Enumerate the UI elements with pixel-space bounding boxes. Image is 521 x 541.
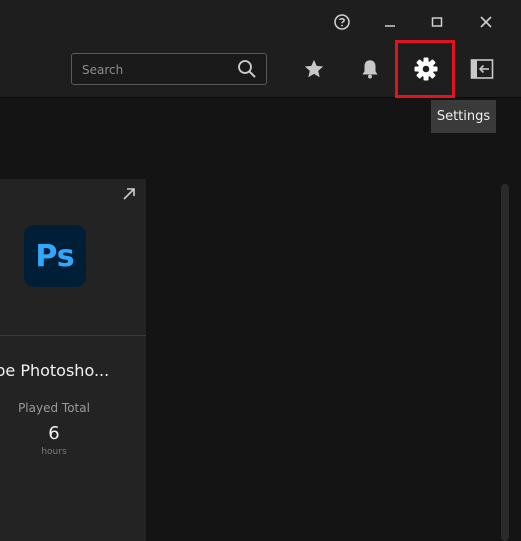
maximize-icon bbox=[431, 17, 443, 27]
card-divider bbox=[0, 335, 146, 336]
app-card-header: Ps bbox=[0, 179, 146, 335]
bell-icon bbox=[362, 60, 378, 79]
played-total-unit: hours bbox=[41, 447, 67, 457]
maximize-button[interactable] bbox=[425, 10, 449, 34]
settings-highlight-box bbox=[395, 40, 455, 98]
scrollbar[interactable] bbox=[501, 184, 509, 541]
expand-arrow-icon[interactable] bbox=[122, 187, 136, 201]
search-input[interactable] bbox=[80, 54, 234, 86]
played-total-label: Played Total bbox=[18, 401, 90, 415]
settings-tooltip: Settings bbox=[431, 100, 496, 133]
panel-collapse-icon bbox=[470, 59, 494, 79]
title-bar bbox=[0, 0, 521, 44]
minimize-icon bbox=[385, 25, 395, 27]
minimize-button[interactable] bbox=[378, 10, 402, 34]
app-name: lobe Photosho... bbox=[0, 361, 110, 380]
photoshop-app-icon: Ps bbox=[24, 225, 86, 287]
search-box bbox=[71, 53, 267, 86]
star-icon bbox=[304, 59, 324, 78]
favorites-button[interactable] bbox=[297, 52, 331, 86]
played-total-value: 6 bbox=[48, 423, 60, 444]
help-circle-icon bbox=[334, 14, 350, 30]
app-card[interactable]: Ps lobe Photosho... Played Total 6 hours bbox=[0, 179, 146, 541]
sidebar-toggle-button[interactable] bbox=[465, 52, 499, 86]
search-icon[interactable] bbox=[237, 59, 257, 79]
close-button[interactable] bbox=[474, 10, 498, 34]
close-icon bbox=[480, 16, 492, 28]
notifications-button[interactable] bbox=[353, 52, 387, 86]
help-button[interactable] bbox=[330, 10, 354, 34]
